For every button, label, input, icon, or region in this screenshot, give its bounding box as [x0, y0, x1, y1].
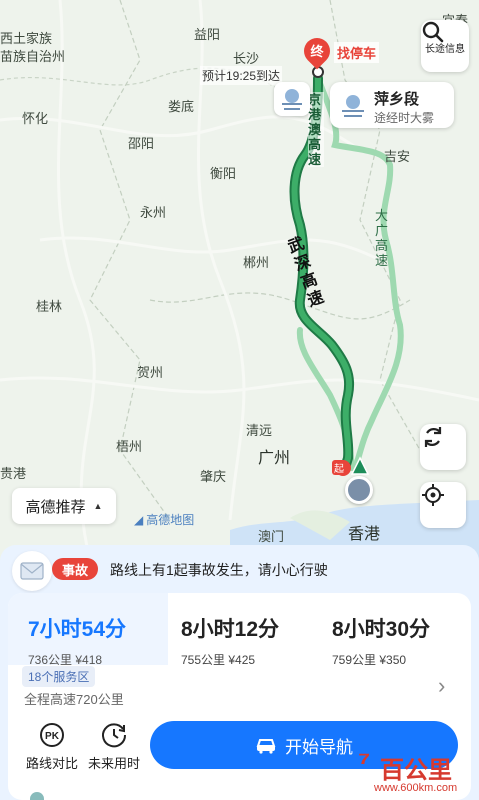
route-meta: 755公里 ¥425	[181, 651, 311, 668]
highway-distance: 全程高速720公里	[24, 692, 124, 707]
route-compare-button[interactable]: PK 路线对比	[22, 721, 82, 772]
route-distance: 759公里	[332, 653, 377, 667]
city-label: 桂林	[36, 299, 63, 314]
alert-tag: 事故	[52, 558, 99, 580]
route-preference-label: 高德推荐	[25, 498, 86, 516]
refresh-route-button[interactable]	[420, 424, 466, 470]
future-time-button[interactable]: 未来用时	[84, 721, 144, 772]
watermark-brand: 百公里	[380, 757, 452, 784]
city-label: 衡阳	[210, 166, 237, 181]
route-toll: ¥418	[75, 653, 103, 667]
route-toll: ¥350	[379, 653, 407, 667]
locate-icon	[422, 484, 444, 506]
map-view[interactable]: 西土家族 苗族自治州 益阳 长沙 怀化 娄底 邵阳 衡阳 永州 吉安 郴州 桂林…	[0, 0, 479, 560]
city-label: 益阳	[194, 27, 221, 42]
watermark: ⁷ 百公里 www.600km.com	[352, 746, 479, 800]
chevron-right-icon[interactable]: ›	[438, 673, 445, 699]
svg-text:PK: PK	[45, 731, 60, 742]
city-label: 娄底	[168, 99, 195, 114]
city-label: 贺州	[137, 365, 164, 380]
clock-icon	[102, 723, 127, 748]
route-distance: 736公里	[28, 653, 73, 667]
city-label: 贵港	[0, 466, 27, 481]
city-label: 广州	[258, 450, 291, 467]
route-distance: 755公里	[181, 653, 226, 667]
watermark-mark: ⁷	[358, 746, 371, 779]
alert-icon	[12, 551, 52, 591]
route-time: 7小时54分	[28, 618, 127, 641]
search-icon	[422, 21, 444, 43]
weather-card[interactable]: 萍乡段 途经时大雾	[330, 82, 454, 128]
weather-subtitle: 途经时大雾	[374, 111, 435, 125]
route-time: 8小时30分	[332, 618, 431, 641]
highway-label: 京港澳高速	[308, 92, 324, 167]
city-label: 永州	[140, 205, 167, 220]
route-time: 8小时12分	[181, 618, 280, 641]
locate-button[interactable]	[420, 482, 466, 528]
city-label: 梧州	[116, 439, 143, 454]
city-label: 肇庆	[200, 469, 227, 484]
city-label: 长沙	[233, 51, 260, 66]
alert-message[interactable]: 路线上有1起事故发生，请小心行驶	[110, 560, 328, 580]
city-label: 吉安	[384, 149, 411, 164]
city-label: 苗族自治州	[0, 49, 66, 64]
refresh-icon	[424, 427, 442, 447]
highway-label: 大广高速	[375, 208, 389, 268]
city-label: 香港	[348, 526, 381, 543]
city-label: 清远	[246, 423, 273, 438]
amap-logo: ◢ 高德地图	[134, 511, 194, 528]
user-avatar	[345, 476, 373, 504]
destination-tag: 终	[310, 44, 324, 59]
city-label: 西土家族	[0, 31, 53, 46]
route-meta: 759公里 ¥350	[332, 651, 466, 668]
watermark-url: www.600km.com	[374, 782, 458, 794]
long-trip-info-button[interactable]: 长途信息	[421, 20, 469, 72]
find-parking-link[interactable]: 找停车	[334, 42, 380, 63]
route-preference-dropdown[interactable]: 高德推荐 ▲	[12, 488, 116, 524]
start-navigation-label: 开始导航	[285, 737, 353, 757]
envelope-icon	[20, 562, 44, 580]
fog-icon	[342, 95, 364, 117]
route-option-2[interactable]: 8小时12分 755公里 ¥425	[181, 593, 311, 668]
weather-bubble-small[interactable]	[274, 82, 310, 116]
city-label: 邵阳	[128, 136, 155, 151]
pk-icon: PK	[40, 723, 64, 747]
fog-icon	[282, 89, 302, 110]
handle-indicator	[30, 792, 44, 800]
weather-title: 萍乡段	[374, 91, 420, 108]
start-tag: 起	[332, 460, 346, 475]
route-option-1[interactable]: 7小时54分 736公里 ¥418	[8, 593, 168, 667]
car-icon	[256, 739, 276, 754]
route-compare-label: 路线对比	[25, 756, 78, 771]
city-label: 郴州	[243, 255, 270, 270]
chevron-down-icon: ▲	[93, 501, 103, 511]
eta-label: 预计19:25到达	[200, 66, 283, 85]
route-option-3[interactable]: 8小时30分 759公里 ¥350	[332, 593, 466, 668]
city-label: 怀化	[22, 111, 49, 126]
service-area-badge: 18个服务区	[22, 666, 96, 687]
city-label: 澳门	[258, 529, 285, 544]
navigation-arrow-icon: ◢	[134, 512, 144, 527]
future-time-label: 未来用时	[87, 756, 140, 771]
route-toll: ¥425	[228, 653, 256, 667]
amap-logo-text: 高德地图	[146, 513, 195, 527]
